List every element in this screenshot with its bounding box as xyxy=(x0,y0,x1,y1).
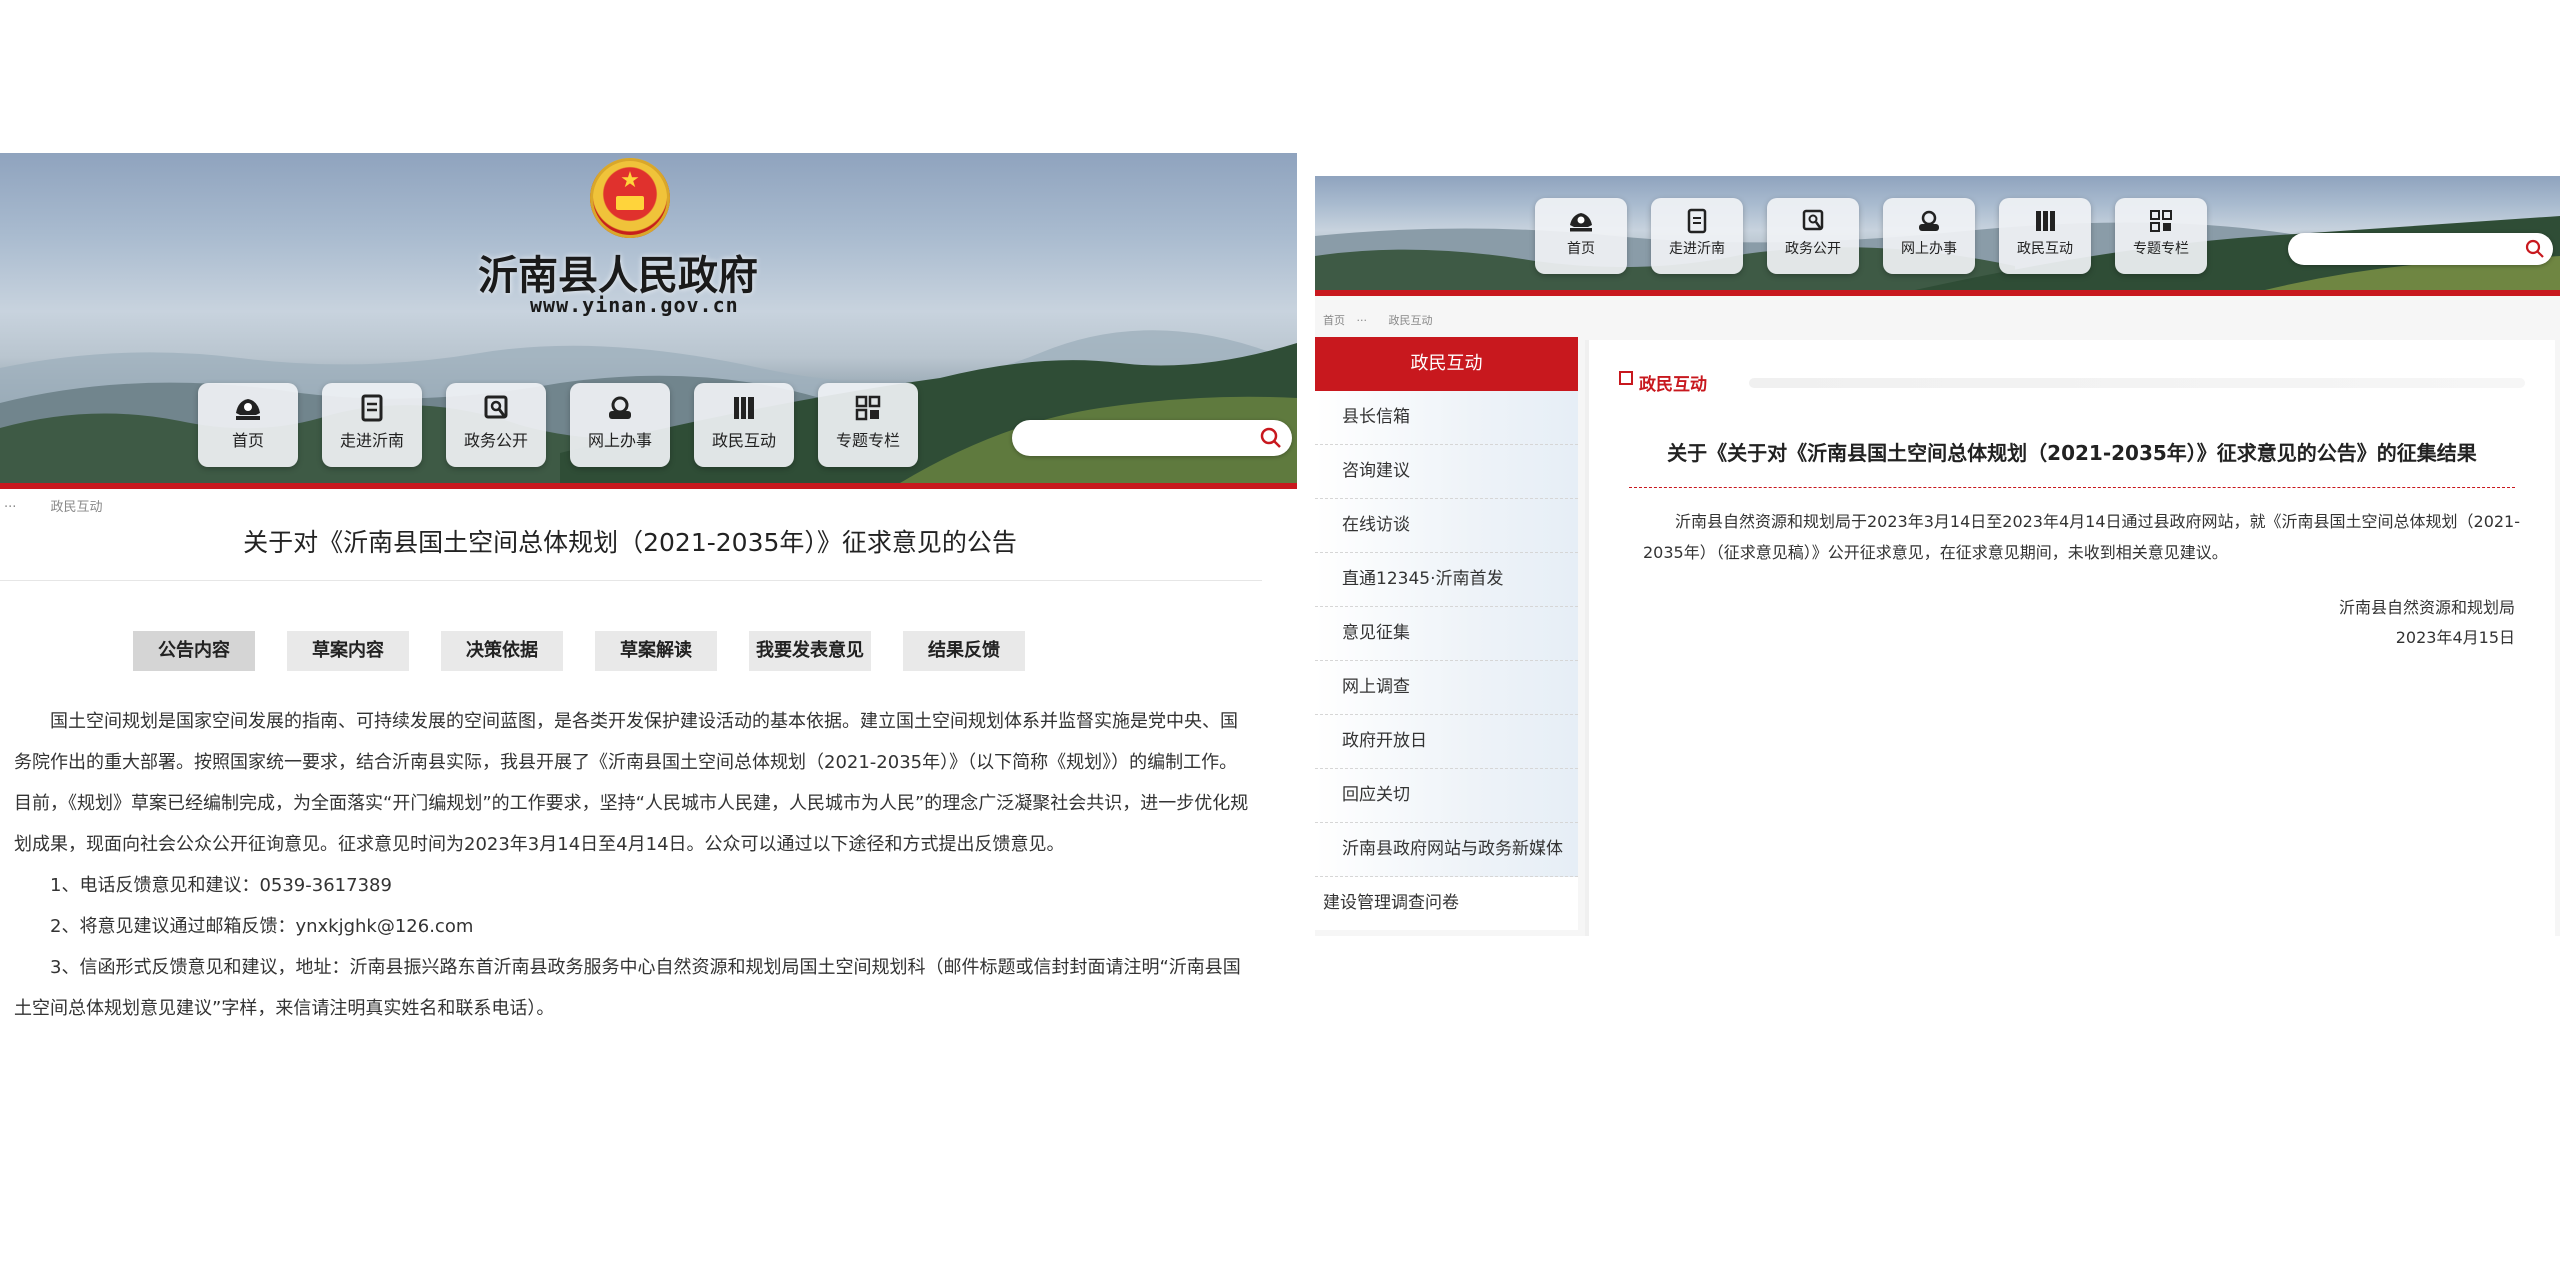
nav-label: 政务公开 xyxy=(1785,241,1841,257)
nav-interaction[interactable]: 政民互动 xyxy=(694,383,794,467)
books-icon xyxy=(734,397,754,419)
nav-about[interactable]: 走进沂南 xyxy=(322,383,422,467)
sidebar-item-online-survey[interactable]: 网上调查 xyxy=(1315,661,1578,715)
nav-label: 专题专栏 xyxy=(2133,241,2189,257)
article-paragraph: 沂南县自然资源和规划局于2023年3月14日至2023年4月14日通过县政府网站… xyxy=(1643,512,2521,562)
page-title: 关于对《沂南县国土空间总体规划（2021-2035年）》征求意见的公告 xyxy=(243,528,1017,557)
qr-grid-icon xyxy=(2150,210,2172,232)
nav-label: 政民互动 xyxy=(711,431,776,450)
right-page: 首页 走进沂南 政务公开 网上办事 政民互动 专题专栏 首页 ··· 政民互动 … xyxy=(1315,176,2560,936)
qr-grid-icon xyxy=(855,395,881,421)
breadcrumb-home[interactable]: 首页 xyxy=(1323,314,1345,327)
national-emblem: ★ xyxy=(590,158,670,238)
sidebar-item-new-media[interactable]: 沂南县政府网站与政务新媒体 xyxy=(1315,823,1578,877)
nav-home[interactable]: 首页 xyxy=(198,383,298,467)
nav-online-service[interactable]: 网上办事 xyxy=(1883,198,1975,274)
sidebar: 政民互动 县长信箱 咨询建议 在线访谈 直通12345·沂南首发 意见征集 网上… xyxy=(1315,337,1578,930)
nav-label: 首页 xyxy=(1567,241,1595,257)
site-search xyxy=(2288,233,2553,265)
sidebar-item-response[interactable]: 回应关切 xyxy=(1315,769,1578,823)
tab-decision-basis[interactable]: 决策依据 xyxy=(441,631,563,671)
document-icon xyxy=(361,394,383,422)
sidebar-title: 政民互动 xyxy=(1315,337,1578,391)
notice-body: 国土空间规划是国家空间发展的指南、可持续发展的空间蓝图，是各类开发保护建设活动的… xyxy=(14,701,1254,1029)
online-service-icon xyxy=(1919,210,1939,231)
breadcrumb: ··· 政民互动 xyxy=(4,496,103,515)
title-dashed-divider xyxy=(1629,487,2515,488)
tab-result-feedback[interactable]: 结果反馈 xyxy=(903,631,1025,671)
section-divider xyxy=(1749,378,2525,388)
online-service-icon xyxy=(609,396,631,419)
search-icon[interactable] xyxy=(1260,427,1282,449)
nav-label: 网上办事 xyxy=(1901,241,1957,257)
nav-label: 走进沂南 xyxy=(1669,241,1725,257)
search-input[interactable] xyxy=(1012,420,1292,456)
article-date: 2023年4月15日 xyxy=(2395,628,2515,647)
notice-paragraph: 国土空间规划是国家空间发展的指南、可持续发展的空间蓝图，是各类开发保护建设活动的… xyxy=(14,711,1249,855)
nav-label: 政务公开 xyxy=(463,431,528,450)
letter-feedback: 3、信函形式反馈意见和建议，地址：沂南县振兴路东首沂南县政务服务中心自然资源和规… xyxy=(14,957,1241,1019)
article-body: 沂南县自然资源和规划局于2023年3月14日至2023年4月14日通过县政府网站… xyxy=(1643,506,2523,568)
tab-draft-content[interactable]: 草案内容 xyxy=(287,631,409,671)
nav-about[interactable]: 走进沂南 xyxy=(1651,198,1743,274)
nav-label: 政民互动 xyxy=(2017,241,2073,257)
books-icon xyxy=(2036,211,2055,231)
breadcrumb-sep: ··· xyxy=(4,500,17,515)
section-title: 政民互动 xyxy=(1639,375,1707,395)
home-icon xyxy=(1570,213,1592,232)
sidebar-item-survey[interactable]: 建设管理调查问卷 xyxy=(1315,877,1578,930)
section-icon xyxy=(1619,371,1633,385)
left-page: ★ 沂南县人民政府 www.yinan.gov.cn 首页 走进沂南 政务公开 … xyxy=(0,153,1297,1080)
nav-label: 首页 xyxy=(231,431,264,450)
nav-home[interactable]: 首页 xyxy=(1535,198,1627,274)
tab-submit-opinion[interactable]: 我要发表意见 xyxy=(749,631,871,671)
nav-interaction[interactable]: 政民互动 xyxy=(1999,198,2091,274)
search-input[interactable] xyxy=(2288,233,2553,265)
sidebar-item-mayor-mailbox[interactable]: 县长信箱 xyxy=(1315,391,1578,445)
nav-topics[interactable]: 专题专栏 xyxy=(818,383,918,467)
sidebar-item-opinion-collection[interactable]: 意见征集 xyxy=(1315,607,1578,661)
site-url: www.yinan.gov.cn xyxy=(530,293,739,317)
nav-label: 网上办事 xyxy=(587,431,652,450)
home-icon xyxy=(236,399,260,420)
breadcrumb-sep: ··· xyxy=(1356,314,1368,327)
nav-label: 走进沂南 xyxy=(339,431,404,450)
banner-red-line xyxy=(0,483,1297,489)
open-gov-icon xyxy=(1802,209,1824,231)
document-icon xyxy=(1687,208,1707,234)
tab-notice-content[interactable]: 公告内容 xyxy=(133,631,255,671)
nav-topics[interactable]: 专题专栏 xyxy=(2115,198,2207,274)
article-signature: 沂南县自然资源和规划局 xyxy=(2338,598,2515,617)
email-feedback: 2、将意见建议通过邮箱反馈：ynxkjghk@126.com xyxy=(50,916,474,937)
article-panel: 政民互动 关于《关于对《沂南县国土空间总体规划（2021-2035年）》征求意见… xyxy=(1585,340,2555,936)
search-icon[interactable] xyxy=(2525,239,2545,259)
site-banner: 首页 走进沂南 政务公开 网上办事 政民互动 专题专栏 xyxy=(1315,176,2560,290)
tab-draft-interpretation[interactable]: 草案解读 xyxy=(595,631,717,671)
nav-open-gov[interactable]: 政务公开 xyxy=(446,383,546,467)
nav-open-gov[interactable]: 政务公开 xyxy=(1767,198,1859,274)
breadcrumb-current[interactable]: 政民互动 xyxy=(1389,314,1433,327)
nav-label: 专题专栏 xyxy=(835,431,900,450)
banner-red-line xyxy=(1315,290,2560,296)
sidebar-item-online-interview[interactable]: 在线访谈 xyxy=(1315,499,1578,553)
title-divider xyxy=(0,580,1262,581)
site-banner: ★ 沂南县人民政府 www.yinan.gov.cn 首页 走进沂南 政务公开 … xyxy=(0,153,1297,483)
nav-online-service[interactable]: 网上办事 xyxy=(570,383,670,467)
open-gov-icon xyxy=(484,395,508,419)
sidebar-item-consult[interactable]: 咨询建议 xyxy=(1315,445,1578,499)
sidebar-item-open-day[interactable]: 政府开放日 xyxy=(1315,715,1578,769)
breadcrumb-current[interactable]: 政民互动 xyxy=(51,500,103,515)
sidebar-item-12345[interactable]: 直通12345·沂南首发 xyxy=(1315,553,1578,607)
site-search xyxy=(1012,420,1292,456)
breadcrumb: 首页 ··· 政民互动 xyxy=(1323,312,1433,328)
phone-feedback: 1、电话反馈意见和建议：0539-3617389 xyxy=(50,875,392,896)
article-title: 关于《关于对《沂南县国土空间总体规划（2021-2035年）》征求意见的公告》的… xyxy=(1667,441,2477,465)
